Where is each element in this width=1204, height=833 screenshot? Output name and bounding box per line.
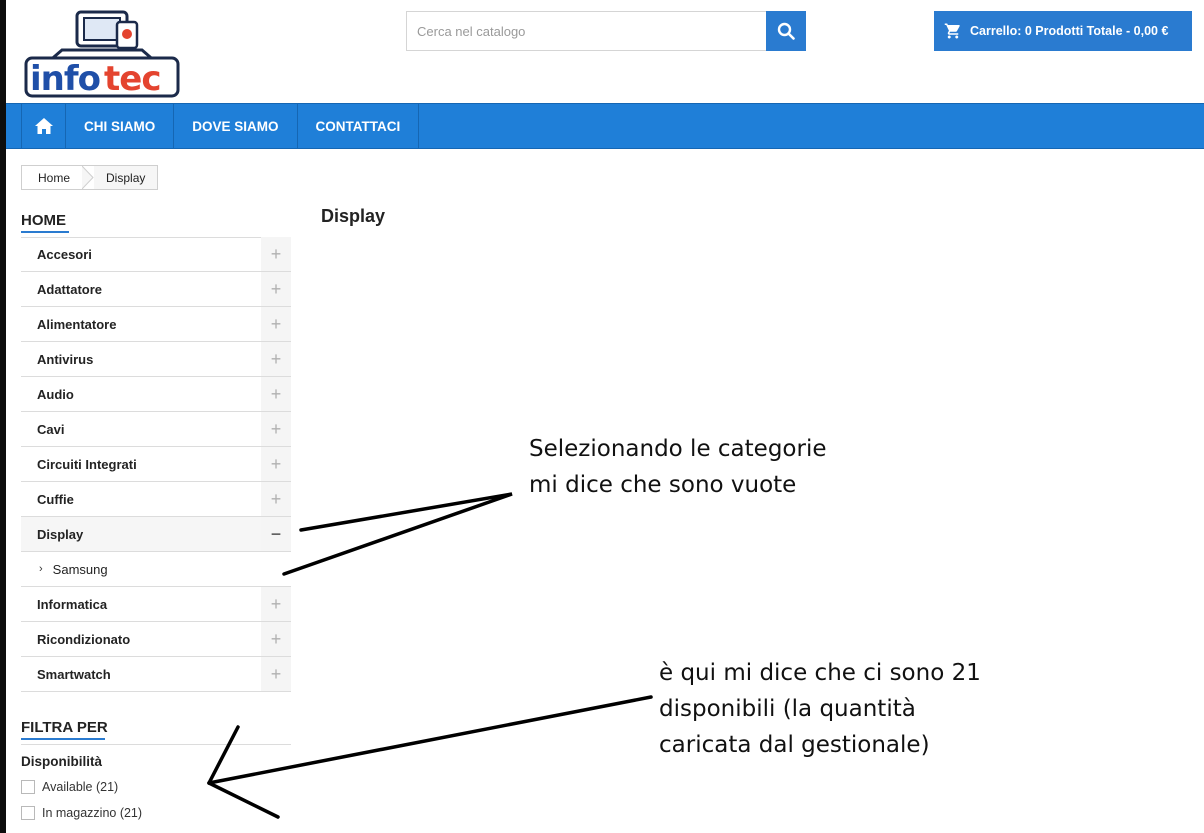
checkbox[interactable] [21,806,35,820]
category-item[interactable]: Audio + [21,377,291,412]
main-nav: CHI SIAMO DOVE SIAMO CONTATTACI [6,103,1204,149]
category-item-active[interactable]: Display − [21,517,291,552]
nav-home[interactable] [21,104,66,148]
cart-label: Carrello: 0 Prodotti Totale - 0,00 € [970,24,1169,38]
expand-icon[interactable]: + [261,377,291,411]
search-button[interactable] [766,11,806,51]
cart-icon [944,23,960,39]
category-label: Alimentatore [37,316,117,332]
page-title: Display [321,206,386,226]
category-item[interactable]: Smartwatch + [21,657,291,692]
category-item[interactable]: Cavi + [21,412,291,447]
expand-icon[interactable]: + [261,657,291,691]
category-label: Smartwatch [37,666,111,682]
svg-text:tec: tec [104,59,160,99]
category-item[interactable]: Accesori + [21,237,291,272]
category-label: Accesori [37,246,92,262]
expand-icon[interactable]: + [261,272,291,306]
category-list: Accesori + Adattatore + Alimentatore + Anti… [21,237,291,692]
facet-title: Disponibilità [21,754,102,769]
facet-label: Available (21) [42,780,119,794]
cart-button[interactable]: Carrello: 0 Prodotti Totale - 0,00 € [934,11,1192,51]
search-input[interactable] [406,11,766,51]
category-item[interactable]: Cuffie + [21,482,291,517]
category-label: Ricondizionato [37,631,131,647]
expand-icon[interactable]: + [261,237,291,271]
category-item[interactable]: Informatica + [21,587,291,622]
annotation-note: Selezionando le categorie mi dice che so… [529,436,827,498]
category-label: Cavi [37,421,65,437]
category-item[interactable]: Circuiti Integrati + [21,447,291,482]
breadcrumb: Home Display [21,165,159,190]
category-label: Informatica [37,596,108,612]
search-bar [406,11,806,51]
search-icon [777,22,795,40]
category-label: Adattatore [37,281,103,297]
subcategory-label: Samsung [52,561,108,577]
facet-label: In magazzino (21) [42,806,143,820]
category-label: Antivirus [37,351,94,367]
category-item[interactable]: Ricondizionato + [21,622,291,657]
breadcrumb-display[interactable]: Display [94,166,158,189]
annotation-note: è qui mi dice che ci sono 21 disponibili… [659,660,981,758]
chevron-right-icon: › [39,563,43,575]
home-icon [34,118,53,134]
facet-in-stock[interactable]: In magazzino (21) [21,806,142,820]
category-label: Audio [37,386,74,402]
expand-icon[interactable]: + [261,622,291,656]
category-label: Cuffie [37,491,74,507]
breadcrumb-separator [82,166,94,189]
expand-icon[interactable]: + [261,307,291,341]
svg-text:info: info [30,59,100,99]
filter-divider [21,744,291,745]
category-item[interactable]: Adattatore + [21,272,291,307]
checkbox[interactable] [21,780,35,794]
category-label: Circuiti Integrati [37,456,137,472]
nav-dove-siamo[interactable]: DOVE SIAMO [174,104,298,148]
facet-available[interactable]: Available (21) [21,780,118,794]
filter-title: FILTRA PER [21,719,108,740]
subcategory-item[interactable]: › Samsung [21,552,291,587]
category-item[interactable]: Antivirus + [21,342,291,377]
breadcrumb-home[interactable]: Home [22,166,82,189]
expand-icon[interactable]: + [261,342,291,376]
collapse-icon[interactable]: − [261,517,291,551]
expand-icon[interactable]: + [261,412,291,446]
category-item[interactable]: Alimentatore + [21,307,291,342]
nav-contattaci[interactable]: CONTATTACI [298,104,420,148]
site-logo[interactable]: info tec [22,8,182,100]
nav-chi-siamo[interactable]: CHI SIAMO [66,104,175,148]
expand-icon[interactable]: + [261,447,291,481]
expand-icon[interactable]: + [261,587,291,621]
expand-icon[interactable]: + [261,482,291,516]
sidebar-title: HOME [21,212,69,233]
category-label: Display [37,526,84,542]
